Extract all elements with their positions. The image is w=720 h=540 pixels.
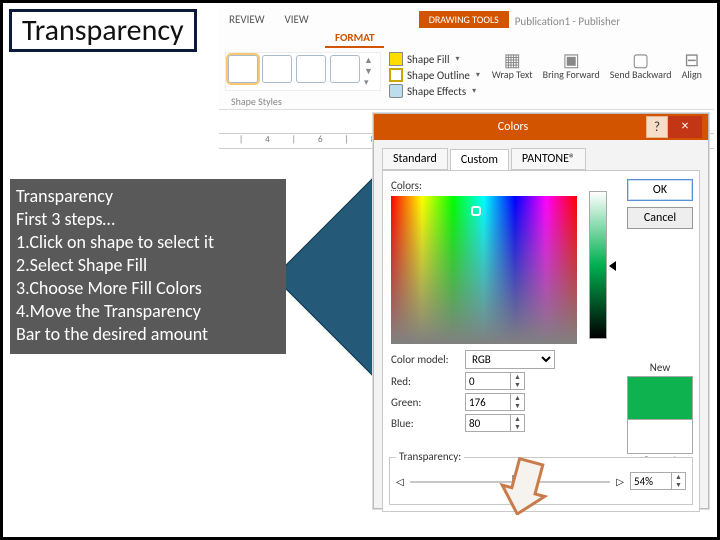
color-model-select[interactable]: RGB: [465, 350, 555, 369]
blue-spinner[interactable]: ▲▼: [511, 414, 525, 432]
close-button[interactable]: ×: [668, 116, 702, 138]
spectrum-crosshair[interactable]: [471, 206, 481, 216]
instruction-step: Bar to the desired amount: [16, 323, 278, 346]
style-swatch[interactable]: [330, 55, 360, 83]
new-color-swatch: [627, 376, 693, 420]
callout-arrow-icon: [497, 455, 553, 515]
slider-min-icon: ◁: [396, 475, 404, 488]
slider-max-icon: ▷: [616, 475, 624, 488]
tab-view[interactable]: VIEW: [275, 9, 319, 28]
luminance-slider[interactable]: [589, 191, 607, 339]
tab-standard[interactable]: Standard: [382, 148, 448, 170]
help-button[interactable]: ?: [646, 116, 668, 138]
current-color-swatch: [627, 420, 693, 454]
instruction-step: 4.Move the Transparency: [16, 300, 278, 323]
green-label: Green:: [391, 396, 461, 409]
ok-button[interactable]: OK: [627, 179, 693, 201]
red-label: Red:: [391, 375, 461, 388]
wrap-text-button[interactable]: ▦Wrap Text: [492, 52, 533, 81]
new-label: New: [627, 361, 693, 374]
shape-fill-label: Shape Fill: [407, 53, 449, 66]
style-swatch[interactable]: [296, 55, 326, 83]
group-label-shape-styles: Shape Styles: [231, 95, 282, 108]
tab-pantone[interactable]: PANTONE®: [511, 148, 586, 170]
bring-forward-button[interactable]: ▣Bring Forward: [543, 52, 600, 81]
blue-input[interactable]: [465, 414, 511, 432]
transparency-spinner[interactable]: ▲▼: [672, 472, 686, 490]
instruction-step: 2.Select Shape Fill: [16, 254, 278, 277]
blue-label: Blue:: [391, 417, 461, 430]
chevron-down-icon: ▾: [472, 86, 476, 96]
pen-icon: [389, 68, 403, 82]
chevron-down-icon: ▾: [476, 70, 480, 80]
shape-outline-label: Shape Outline: [407, 69, 470, 82]
chevron-down-icon: ▾: [455, 54, 459, 64]
cancel-button[interactable]: Cancel: [627, 207, 693, 229]
gallery-more[interactable]: ▲▼▾: [364, 55, 378, 88]
transparency-label: Transparency:: [396, 450, 464, 463]
instruction-box: Transparency First 3 steps… 1.Click on s…: [10, 179, 286, 354]
ribbon: REVIEW VIEW DRAWING TOOLS Publication1 -…: [219, 6, 714, 110]
page-title: Transparency: [9, 9, 197, 52]
instruction-title: Transparency: [16, 185, 278, 208]
color-spectrum[interactable]: [391, 196, 577, 344]
shape-outline-button[interactable]: Shape Outline ▾: [389, 68, 480, 82]
effects-icon: [389, 84, 403, 98]
red-spinner[interactable]: ▲▼: [511, 372, 525, 390]
instruction-step: 3.Choose More Fill Colors: [16, 277, 278, 300]
style-swatch[interactable]: [228, 55, 258, 83]
shape-fill-button[interactable]: Shape Fill ▾: [389, 52, 480, 66]
instruction-subtitle: First 3 steps…: [16, 208, 278, 231]
align-button[interactable]: ⊟Align: [682, 52, 702, 81]
tab-format[interactable]: FORMAT: [325, 27, 384, 48]
green-input[interactable]: [465, 393, 511, 411]
dialog-titlebar[interactable]: Colors ? ×: [374, 114, 708, 140]
send-backward-button[interactable]: ▢Send Backward: [610, 52, 672, 81]
style-swatch[interactable]: [262, 55, 292, 83]
colors-dialog: Colors ? × Standard Custom PANTONE® OK C…: [373, 113, 709, 509]
window-title: Publication1 - Publisher: [515, 15, 620, 28]
shape-styles-gallery[interactable]: ▲▼▾: [225, 52, 381, 91]
instruction-step: 1.Click on shape to select it: [16, 231, 278, 254]
green-spinner[interactable]: ▲▼: [511, 393, 525, 411]
luminance-thumb-icon[interactable]: [609, 261, 616, 271]
context-tab-drawing-tools: DRAWING TOOLS: [419, 11, 509, 28]
red-input[interactable]: [465, 372, 511, 390]
transparency-input[interactable]: [630, 472, 672, 490]
tab-custom[interactable]: Custom: [450, 149, 509, 171]
shape-effects-label: Shape Effects: [407, 85, 466, 98]
bucket-icon: [389, 52, 403, 66]
tab-review[interactable]: REVIEW: [219, 9, 275, 28]
color-model-label: Color model:: [391, 353, 461, 366]
dialog-title: Colors: [380, 120, 646, 134]
shape-effects-button[interactable]: Shape Effects ▾: [389, 84, 480, 98]
